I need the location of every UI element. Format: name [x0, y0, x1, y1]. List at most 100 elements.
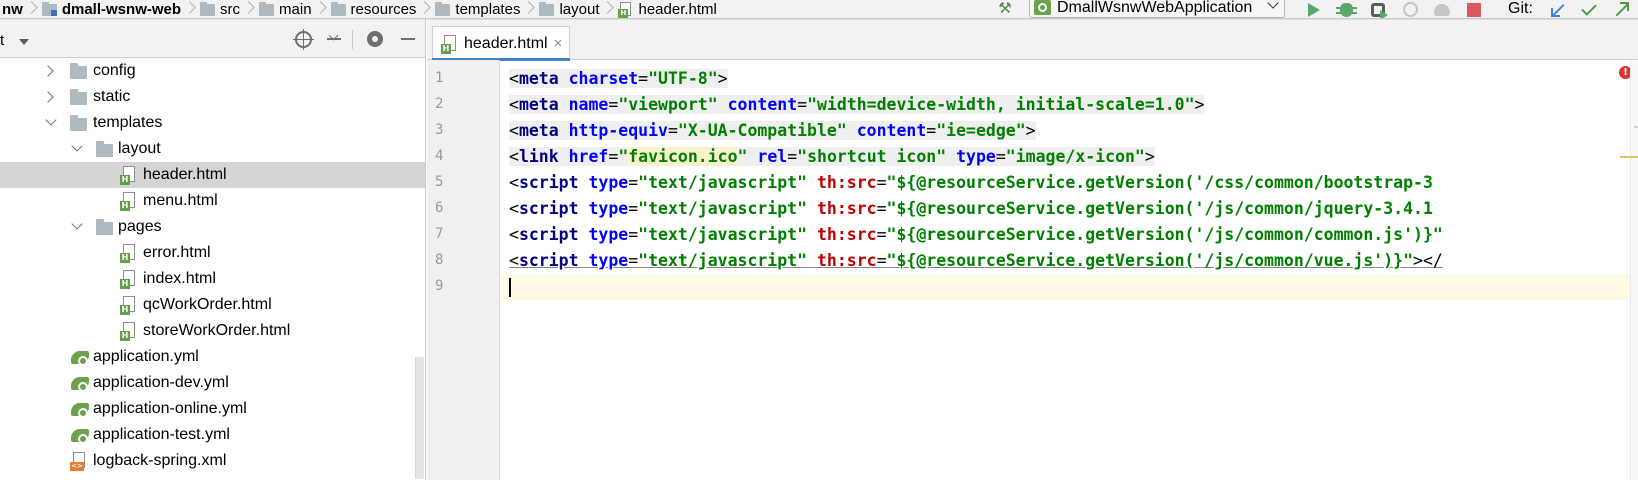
breadcrumb-layout[interactable]: layout — [537, 0, 604, 18]
tree-item-label: header.html — [143, 166, 227, 183]
chevron-down-icon — [1267, 0, 1279, 9]
git-commit-icon — [1581, 0, 1597, 16]
tree-item-menu-html[interactable]: H menu.html — [0, 188, 425, 214]
project-panel-title[interactable]: t — [0, 32, 4, 49]
error-stripe-marker[interactable] — [1634, 126, 1638, 128]
code-line[interactable]: <link href="favicon.ico" rel="shortcut i… — [501, 144, 1638, 170]
tree-item-application-yml[interactable]: application.yml — [0, 344, 425, 370]
breadcrumb-templates[interactable]: templates — [433, 0, 525, 18]
breadcrumb-separator — [421, 0, 429, 18]
run-icon — [1308, 2, 1320, 17]
tree-item-header-html[interactable]: H header.html — [0, 162, 425, 188]
tree-item-error-html[interactable]: H error.html — [0, 240, 425, 266]
folder-icon — [539, 1, 555, 16]
code-line-current[interactable] — [501, 274, 1638, 300]
git-update-button[interactable] — [1546, 0, 1568, 18]
folder-icon — [330, 1, 346, 16]
breadcrumb-file[interactable]: Hheader.html — [616, 0, 721, 18]
attach-button[interactable] — [1431, 0, 1453, 18]
debug-button[interactable] — [1335, 0, 1357, 18]
code-line[interactable]: <meta http-equiv="X-UA-Compatible" conte… — [501, 118, 1638, 144]
chevron-down-icon[interactable] — [71, 140, 83, 152]
collapse-all-button[interactable] — [323, 28, 345, 50]
code-text: <script type="text/javascript" th:src="$… — [509, 173, 1433, 192]
project-scrollbar[interactable] — [415, 357, 424, 479]
folder-icon — [96, 141, 113, 157]
tree-item-config[interactable]: config — [0, 58, 425, 84]
tree-item-application-online-yml[interactable]: application-online.yml — [0, 396, 425, 422]
xml-file-icon: <> — [70, 452, 88, 471]
error-stripe[interactable] — [1630, 60, 1638, 480]
code-text: <script type="text/javascript" th:src="$… — [509, 251, 1443, 270]
chevron-right-icon[interactable] — [42, 91, 54, 103]
error-stripe-marker[interactable] — [1620, 156, 1638, 158]
folder-icon — [435, 1, 451, 16]
tree-item-static[interactable]: static — [0, 84, 425, 110]
breadcrumb-label: main — [279, 1, 312, 18]
git-update-icon — [1550, 3, 1564, 17]
chevron-right-icon[interactable] — [42, 65, 54, 77]
minimize-icon — [401, 38, 415, 40]
tree-item-index-html[interactable]: H index.html — [0, 266, 425, 292]
view-dropdown-icon[interactable] — [19, 39, 29, 45]
text-caret — [509, 278, 511, 297]
chevron-down-icon[interactable] — [71, 218, 83, 230]
spring-boot-icon — [1034, 0, 1051, 15]
build-hammer-icon[interactable]: ⚒ — [994, 0, 1016, 18]
breadcrumb-resources[interactable]: resources — [329, 0, 422, 18]
tree-item-pages[interactable]: pages — [0, 214, 425, 240]
code-text: <link href="favicon.ico" rel="shortcut i… — [509, 147, 1155, 166]
run-button[interactable] — [1303, 0, 1325, 18]
line-number: 3 — [435, 122, 444, 138]
breadcrumb-separator — [245, 0, 253, 18]
code-line[interactable]: <script type="text/javascript" th:src="$… — [501, 248, 1638, 274]
code-line[interactable]: <script type="text/javascript" th:src="$… — [501, 170, 1638, 196]
line-number: 8 — [435, 252, 444, 268]
locate-file-button[interactable] — [292, 28, 314, 50]
breadcrumb-label: resources — [350, 1, 417, 18]
code-area[interactable]: <meta charset="UTF-8"> <meta name="viewp… — [501, 60, 1638, 480]
settings-button[interactable] — [364, 28, 386, 50]
chevron-down-icon[interactable] — [45, 114, 57, 126]
run-configuration-selector[interactable]: DmallWsnwWebApplication — [1029, 0, 1285, 18]
code-line[interactable]: <meta name="viewport" content="width=dev… — [501, 92, 1638, 118]
breadcrumb-main[interactable]: main — [257, 0, 317, 18]
breadcrumb-module[interactable]: dmall-wsnw-web — [40, 0, 186, 18]
tree-item-storeworkorder-html[interactable]: H storeWorkOrder.html — [0, 318, 425, 344]
breadcrumb-project[interactable]: nw — [0, 0, 28, 18]
tree-item-logback-spring-xml[interactable]: <> logback-spring.xml — [0, 448, 425, 474]
tree-item-qcworkorder-html[interactable]: H qcWorkOrder.html — [0, 292, 425, 318]
close-icon[interactable]: × — [554, 36, 563, 51]
tree-item-label: application.yml — [93, 348, 199, 365]
code-editor: H header.html × 1 2 3 4 5 6 7 8 9 <meta … — [427, 19, 1638, 480]
divider — [352, 30, 353, 49]
git-push-button[interactable] — [1610, 0, 1632, 18]
run-with-coverage-button[interactable] — [1367, 0, 1389, 18]
code-text: <meta charset="UTF-8"> — [509, 69, 728, 88]
folder-icon — [96, 219, 113, 235]
target-icon — [292, 28, 314, 50]
editor-tab-bar: H header.html × — [427, 19, 1638, 61]
profile-button[interactable] — [1399, 0, 1421, 18]
hide-panel-button[interactable] — [397, 28, 419, 50]
project-panel: t config static templates layout H heade… — [0, 19, 426, 480]
profile-icon — [1402, 2, 1418, 17]
breadcrumb-label: header.html — [638, 1, 717, 18]
tree-item-layout[interactable]: layout — [0, 136, 425, 162]
code-text: <meta name="viewport" content="width=dev… — [509, 95, 1205, 114]
git-commit-button[interactable] — [1578, 0, 1600, 18]
tree-item-templates[interactable]: templates — [0, 110, 425, 136]
tab-header-html[interactable]: H header.html × — [432, 26, 570, 60]
breadcrumb-separator — [604, 0, 612, 18]
line-number: 9 — [435, 278, 444, 294]
spring-config-icon — [70, 374, 90, 392]
breadcrumb-src[interactable]: src — [198, 0, 245, 18]
code-line[interactable]: <meta charset="UTF-8"> — [501, 66, 1638, 92]
stop-button[interactable] — [1463, 0, 1485, 18]
tree-item-application-dev-yml[interactable]: application-dev.yml — [0, 370, 425, 396]
git-push-icon — [1614, 1, 1629, 17]
code-line[interactable]: <script type="text/javascript" th:src="$… — [501, 196, 1638, 222]
tree-item-application-test-yml[interactable]: application-test.yml — [0, 422, 425, 448]
folder-icon — [70, 115, 87, 131]
code-line[interactable]: <script type="text/javascript" th:src="$… — [501, 222, 1638, 248]
